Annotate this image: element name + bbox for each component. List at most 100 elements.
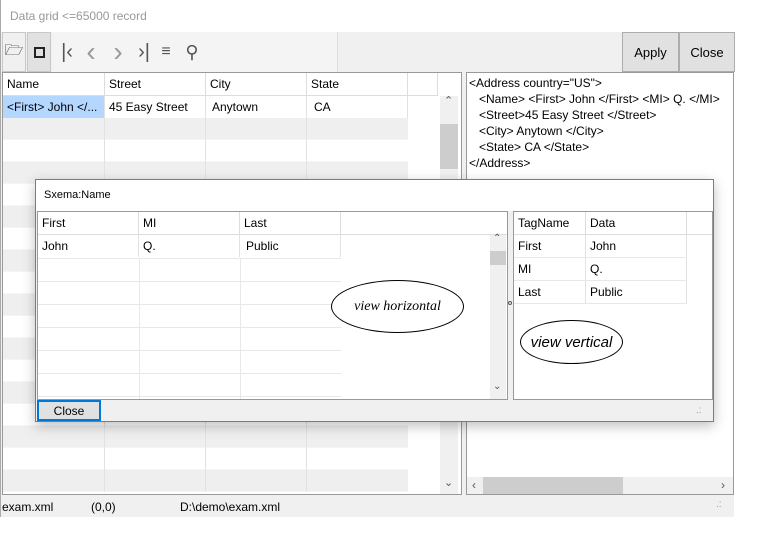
column-header-tagname[interactable]: TagName	[514, 212, 586, 235]
cell-tagname[interactable]: First	[514, 235, 586, 258]
scroll-thumb[interactable]	[483, 477, 623, 494]
grid-row[interactable]	[38, 350, 341, 374]
cell-city[interactable]: Anytown	[206, 96, 307, 118]
status-position: (0,0)	[91, 500, 116, 514]
grid-row[interactable]	[38, 304, 341, 328]
cell-divider	[205, 426, 206, 448]
resize-grip-icon[interactable]: .:	[696, 405, 702, 416]
search-icon[interactable]: ⚲	[182, 42, 202, 62]
column-header-empty	[408, 73, 438, 96]
apply-button[interactable]: Apply	[622, 32, 679, 72]
close-button[interactable]: Close	[679, 32, 735, 72]
scroll-thumb[interactable]	[440, 124, 458, 169]
grid-row[interactable]	[38, 373, 341, 397]
scroll-thumb[interactable]	[490, 251, 506, 265]
cell-state[interactable]: CA	[307, 96, 408, 118]
scroll-down-icon[interactable]: ⌄	[493, 381, 501, 392]
first-record-icon[interactable]: |‹	[57, 41, 77, 63]
grid-row[interactable]	[3, 426, 408, 448]
cell-divider	[205, 140, 206, 162]
column-header-empty	[687, 212, 712, 235]
grid-row[interactable]	[38, 281, 341, 305]
column-header-last[interactable]: Last	[240, 212, 341, 235]
annotation-view-horizontal: view horizontal	[331, 280, 464, 333]
cell-divider	[240, 374, 241, 397]
status-path: D:\demo\exam.xml	[180, 500, 281, 514]
cell-divider	[139, 351, 140, 374]
cell-divider	[104, 118, 105, 140]
xml-line: <State> CA </State>	[469, 140, 590, 154]
open-button[interactable]: 🗁	[2, 32, 26, 72]
cell-divider	[240, 328, 241, 351]
column-header-name[interactable]: Name	[3, 73, 105, 96]
grid-row[interactable]	[38, 258, 341, 282]
folder-open-icon: 🗁	[4, 41, 24, 59]
grid-row[interactable]	[3, 470, 408, 492]
cell-divider	[104, 140, 105, 162]
grid-row[interactable]	[3, 448, 408, 470]
cell-divider	[306, 118, 307, 140]
cell-divider	[306, 140, 307, 162]
column-header-state[interactable]: State	[307, 73, 408, 96]
scroll-up-icon[interactable]: ⌃	[493, 233, 501, 244]
cell-data[interactable]: John	[586, 235, 687, 258]
last-record-icon[interactable]: ›|	[134, 41, 154, 63]
cell-divider	[139, 259, 140, 282]
resize-grip-icon[interactable]: .:	[716, 499, 722, 510]
cell-divider	[205, 470, 206, 492]
cell-tagname[interactable]: MI	[514, 258, 586, 281]
xml-line: <City> Anytown </City>	[469, 124, 604, 138]
cell-divider	[306, 426, 307, 448]
cell-divider	[104, 426, 105, 448]
status-bar: exam.xml (0,0) D:\demo\exam.xml .:	[1, 495, 734, 517]
horizontal-grid-scrollbar[interactable]: ⌃ ⌄	[490, 233, 506, 399]
cell-mi[interactable]: Q.	[139, 235, 240, 257]
column-header-first[interactable]: First	[38, 212, 139, 235]
next-icon[interactable]: ›	[108, 36, 128, 67]
column-header-data[interactable]: Data	[586, 212, 687, 235]
column-header-empty	[341, 212, 507, 235]
dialog-title: Sxema:Name	[36, 180, 713, 211]
scroll-up-icon[interactable]: ⌃	[444, 94, 453, 107]
cell-divider	[240, 259, 241, 282]
cell-first[interactable]: John	[38, 235, 139, 257]
annotation-view-vertical: view vertical	[520, 320, 623, 364]
cell-divider	[104, 470, 105, 492]
cell-divider	[240, 282, 241, 305]
column-header-street[interactable]: Street	[105, 73, 206, 96]
previous-icon[interactable]: ‹	[81, 36, 101, 67]
save-icon	[33, 46, 45, 58]
cell-divider	[139, 328, 140, 351]
cell-divider	[139, 397, 140, 399]
scroll-left-icon[interactable]: ‹	[472, 478, 476, 492]
cell-data[interactable]: Public	[586, 281, 687, 304]
wrap-icon[interactable]: ≡	[156, 42, 176, 62]
cell-last[interactable]: Public	[240, 235, 341, 257]
xml-line: <Address country="US">	[469, 76, 602, 90]
xml-line: <Name> <First> John </First> <MI> Q. </M…	[469, 92, 720, 106]
cell-divider	[205, 448, 206, 470]
grid-row[interactable]	[38, 327, 341, 351]
cell-name[interactable]: <First> John </...	[3, 96, 105, 118]
vertical-grid[interactable]: TagName Data First John MI Q. Last Public	[513, 211, 713, 400]
cell-divider	[306, 470, 307, 492]
cell-divider	[139, 305, 140, 328]
dialog-close-button[interactable]: Close	[37, 400, 101, 421]
cell-street[interactable]: 45 Easy Street	[105, 96, 206, 118]
cell-tagname[interactable]: Last	[514, 281, 586, 304]
column-header-city[interactable]: City	[206, 73, 307, 96]
xml-line: <Street>45 Easy Street </Street>	[469, 108, 657, 122]
scroll-down-icon[interactable]: ⌄	[444, 476, 453, 489]
grid-row[interactable]	[3, 118, 408, 140]
grid-row[interactable]	[3, 140, 408, 162]
cell-data[interactable]: Q.	[586, 258, 687, 281]
cell-divider	[306, 448, 307, 470]
cell-divider	[240, 351, 241, 374]
scroll-right-icon[interactable]: ›	[721, 478, 725, 492]
splitter-handle[interactable]	[508, 301, 512, 305]
cell-divider	[240, 397, 241, 399]
column-header-mi[interactable]: MI	[139, 212, 240, 235]
save-button[interactable]	[27, 32, 51, 72]
schema-dialog: Sxema:Name First MI Last John Q. Public …	[35, 179, 714, 422]
xml-horizontal-scrollbar[interactable]: ‹ ›	[467, 477, 733, 494]
